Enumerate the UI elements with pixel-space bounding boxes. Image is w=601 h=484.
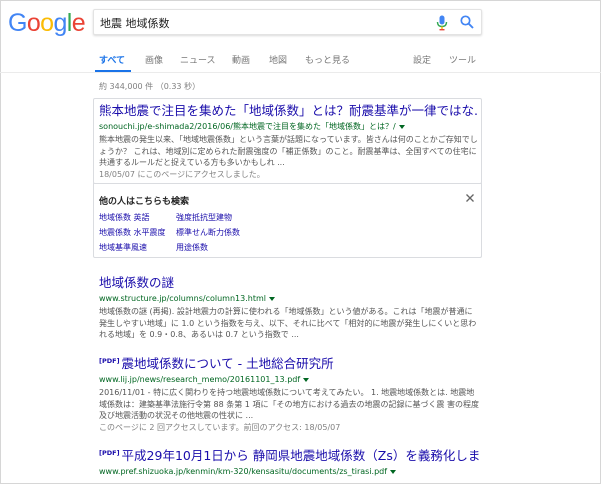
logo-letter: G — [8, 9, 27, 37]
search-result: 地域係数の謎 www.structure.jp/columns/column13… — [99, 275, 479, 341]
result-title[interactable]: 地域係数の謎 — [99, 275, 479, 291]
result-title[interactable]: [PDF] 震地域係数について - 土地総合研究所 — [99, 353, 479, 372]
result-title[interactable]: 熊本地震で注目を集めた「地域係数」とは？耐震基準が一律ではな... — [99, 103, 479, 119]
logo-letter: e — [71, 9, 86, 37]
related-searches-title: 他の人はこちらも検索 — [99, 197, 190, 207]
pdf-tag: [PDF] — [99, 449, 120, 457]
result-url-text: www.lij.jp/news/research_memo/20161101_1… — [99, 375, 301, 385]
result-url-text: sonouchi.jp/e-shimada2/2016/06/熊本地震で注目を集… — [99, 122, 396, 131]
result-url-text: www.pref.shizuoka.jp/kenmin/km-320/kensa… — [99, 467, 388, 477]
result-url: www.pref.shizuoka.jp/kenmin/km-320/kensa… — [99, 466, 479, 477]
url-dropdown-icon[interactable] — [390, 469, 397, 474]
result-url-text: www.structure.jp/columns/column13.html — [99, 294, 266, 303]
tab-maps[interactable]: 地図 — [269, 53, 287, 66]
result-snippet: 熊本地震の発生以来、「地域地震係数」という言葉が話題になっています。皆さんは何の… — [99, 135, 478, 167]
search-result: [PDF] 震地域係数について - 土地総合研究所 www.lij.jp/news… — [99, 353, 479, 433]
search-tabs: すべて 画像 ニュース 動画 地図 もっと見る 設定 ツール — [0, 49, 601, 71]
google-logo[interactable]: Google — [8, 9, 86, 37]
tab-images[interactable]: 画像 — [145, 53, 163, 66]
related-search-link[interactable]: 地震係数 水平震度 — [99, 227, 166, 238]
logo-letter: g — [53, 9, 67, 37]
related-search-link[interactable]: 標準せん断力係数 — [176, 227, 240, 238]
related-search-link[interactable]: 用途係数 — [176, 242, 208, 253]
related-search-link[interactable]: 地域基準風速 — [99, 242, 147, 253]
search-result: [PDF] 平成29年10月1日から 静岡県地震地域係数（Zs）を義務化します w… — [99, 445, 479, 477]
search-box — [93, 9, 482, 35]
related-search-link[interactable]: 地域係数 英語 — [99, 212, 150, 223]
result-url: www.lij.jp/news/research_memo/20161101_1… — [99, 374, 479, 385]
search-input[interactable] — [100, 14, 400, 31]
logo-letter: o — [26, 9, 41, 37]
result-url: www.structure.jp/columns/column13.html — [99, 293, 479, 304]
tab-more[interactable]: もっと見る — [305, 53, 350, 66]
close-icon[interactable] — [465, 193, 475, 203]
tabs-divider — [0, 72, 601, 73]
url-dropdown-icon[interactable] — [398, 124, 405, 129]
url-dropdown-icon[interactable] — [303, 377, 310, 382]
logo-letter: o — [40, 9, 54, 37]
tab-tools[interactable]: ツール — [449, 53, 476, 66]
mic-icon[interactable] — [436, 15, 448, 31]
url-dropdown-icon[interactable] — [269, 296, 275, 301]
result-title-text: 平成29年10月1日から 静岡県地震地域係数（Zs）を義務化します — [121, 448, 479, 464]
result-snippet: 地域係数の謎 (再掲). 設計地震力の計算に使われる「地域係数」という値がある。… — [99, 307, 477, 339]
result-snippet: 2016/11/01 - 特に広く関わりを持つ地震地域係数について考えてみたい。… — [99, 388, 479, 421]
result-title-text: 震地域係数について - 土地総合研究所 — [121, 356, 334, 372]
search-result: 熊本地震で注目を集めた「地域係数」とは？耐震基準が一律ではな... sonouc… — [99, 103, 479, 180]
result-visited-note: 18/05/07 にこのページにアクセスしました。 — [99, 169, 265, 179]
tab-news[interactable]: ニュース — [180, 53, 216, 66]
result-stats: 約 344,000 件 （0.33 秒） — [99, 82, 201, 91]
tab-settings[interactable]: 設定 — [413, 53, 431, 66]
pdf-tag: [PDF] — [99, 357, 120, 365]
result-visited-note: このページに 2 回アクセスしています。前回のアクセス: 18/05/07 — [99, 422, 341, 432]
result-url: sonouchi.jp/e-shimada2/2016/06/熊本地震で注目を集… — [99, 121, 479, 132]
tab-videos[interactable]: 動画 — [232, 53, 250, 66]
related-search-link[interactable]: 強度抵抗型建物 — [176, 212, 232, 223]
tab-all[interactable]: すべて — [99, 53, 125, 66]
result-title[interactable]: [PDF] 平成29年10月1日から 静岡県地震地域係数（Zs）を義務化します — [99, 445, 479, 464]
search-icon[interactable] — [460, 15, 474, 29]
